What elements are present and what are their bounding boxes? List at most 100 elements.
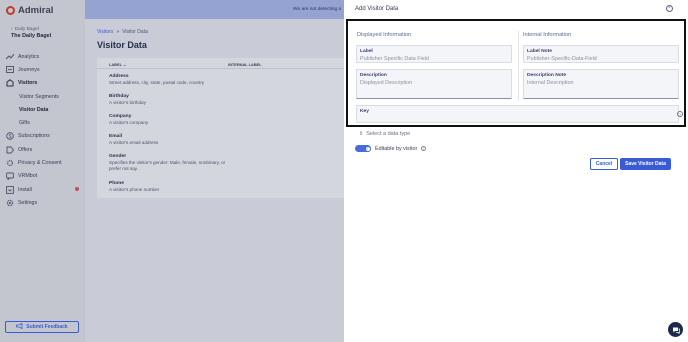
sidebar-item-label: Journeys [18,66,40,73]
column-header-internal-label[interactable]: INTERNAL LABEL [228,62,262,67]
banner-text: We are not detecting a [293,6,342,12]
label-field-label: Label [360,49,373,54]
label-note-field[interactable]: Label Note Publisher-Specific-Data-Field [523,45,679,63]
submit-feedback-label: Submit Feedback [26,324,68,330]
sidebar: Admiral ‹ Daily Bagel The Daily Bagel An… [0,0,85,342]
sidebar-item-visitor-segments[interactable]: Visitor Segments [0,90,85,103]
row-title: Gender [109,154,127,159]
breadcrumb-visitors-link[interactable]: Visitors [97,29,113,35]
check-icon: ✓ [364,145,371,152]
sidebar-item-analytics[interactable]: Analytics [0,50,85,63]
table-row[interactable]: Gender Specifies the visitor's gender: M… [109,154,229,172]
sidebar-item-subscriptions[interactable]: $ Subscriptions [0,130,85,143]
table-header: LABEL ⌄ INTERNAL LABEL [97,58,347,69]
row-description: Specifies the visitor's gender: Male, fe… [109,160,226,172]
sidebar-item-label: Visitors [18,80,38,87]
info-icon[interactable]: i [421,146,427,151]
sidebar-item-settings[interactable]: Settings [0,196,85,209]
key-field[interactable]: Key [356,105,679,123]
table-row[interactable]: Birthday A visitor's birthday [109,94,229,106]
subscriptions-icon: $ [5,132,14,141]
offers-icon [5,145,14,154]
sidebar-item-vrmbot[interactable]: VRMbot [0,170,85,183]
row-description: A visitor's phone number [109,187,160,192]
row-description: A visitor's email address [109,140,159,145]
sidebar-nav: Analytics Journeys Visitors Visitor Segm… [0,50,85,210]
editable-by-visitor-toggle[interactable]: ✓ [355,145,371,152]
journeys-icon [5,65,14,74]
visitors-icon [5,79,14,88]
label-input[interactable]: Publisher Specific Data Field [360,56,429,62]
table-row[interactable]: Company A visitor's company [109,114,229,126]
sidebar-item-gifts[interactable]: Gifts [0,116,85,129]
install-icon [5,185,14,194]
sidebar-item-journeys[interactable]: Journeys [0,63,85,76]
submit-feedback-button[interactable]: Submit Feedback [5,321,79,333]
visitor-data-form: Displayed Information Internal Informati… [346,19,686,127]
description-note-input[interactable]: Internal Description [527,80,573,86]
sidebar-item-visitors[interactable]: Visitors [0,77,85,90]
row-title: Birthday [109,94,129,99]
page-title: Visitor Data [97,40,147,50]
sidebar-item-label: Visitor Segments [19,93,59,100]
row-description: A visitor's birthday [109,100,146,105]
sidebar-item-label: Subscriptions [18,133,50,140]
sidebar-item-privacy-consent[interactable]: Privacy & Consent [0,156,85,169]
chat-button[interactable] [668,322,683,337]
sidebar-item-install[interactable]: Install [0,183,85,196]
sidebar-item-label: Offers [18,146,33,153]
app-name: Admiral [18,5,54,16]
data-type-select[interactable]: ⇕ Select a data type [359,131,410,137]
label-field[interactable]: Label Publisher Specific Data Field [356,45,512,63]
sidebar-item-label: Settings [18,199,38,206]
analytics-icon [5,52,14,61]
sidebar-item-label: Analytics [18,53,40,60]
admiral-logo-icon [6,6,15,15]
sidebar-item-label: Visitor Data [19,106,49,113]
drawer-title: Add Visitor Data [355,6,399,12]
row-title: Address [109,74,129,79]
save-visitor-data-button[interactable]: Save Visitor Data [620,158,671,170]
displayed-information-heading: Displayed Information [357,32,412,38]
breadcrumb: Visitors » Visitor Data [97,29,148,35]
close-icon[interactable]: × [666,5,673,12]
privacy-icon [5,159,14,168]
vrmbot-icon [5,172,14,181]
description-note-field-label: Description Note [527,73,567,78]
row-description: A visitor's company [109,120,149,125]
breadcrumb-separator: » [116,29,120,35]
breadcrumb-current: Visitor Data [122,29,148,35]
add-visitor-data-drawer: Add Visitor Data × Displayed Information… [344,0,688,342]
sidebar-item-visitor-data[interactable]: Visitor Data [0,103,85,116]
description-field[interactable]: Description Displayed Description [356,69,512,99]
sidebar-item-offers[interactable]: Offers [0,143,85,156]
row-title: Company [109,114,132,119]
description-note-field[interactable]: Description Note Internal Description [523,69,679,99]
table-row[interactable]: Address Street address, city, state, pos… [109,74,229,86]
editable-by-visitor-label: Editable by visitor [375,145,418,152]
description-input[interactable]: Displayed Description [360,80,412,86]
sidebar-item-label: Privacy & Consent [18,160,62,167]
publisher-label: Daily Bagel [14,27,39,32]
row-description: Street address, city, state, postal code… [109,80,205,85]
row-title: Email [109,134,123,139]
column-header-label[interactable]: LABEL ⌄ [109,62,126,67]
sidebar-item-label: Install [18,186,32,193]
table-row[interactable]: Phone A visitor's phone number [109,181,229,193]
chat-bubble-icon [672,321,680,339]
key-field-label: Key [360,109,369,114]
publisher-name: The Daily Bagel [11,33,52,39]
table-row[interactable]: Email A visitor's email address [109,134,229,146]
label-note-input[interactable]: Publisher-Specific-Data-Field [527,56,597,62]
key-help-icon[interactable]: ? [677,111,683,117]
editable-by-visitor-row: ✓ Editable by visitor i [355,145,427,152]
cancel-button[interactable]: Cancel [590,158,618,170]
brand[interactable]: Admiral [6,5,53,16]
alert-badge [75,187,79,192]
megaphone-icon [16,322,23,331]
gear-icon [5,198,14,207]
data-type-placeholder: Select a data type [366,131,411,137]
publisher-switcher[interactable]: ‹ Daily Bagel [11,27,39,32]
description-field-label: Description [360,73,387,78]
label-note-field-label: Label Note [527,49,553,54]
